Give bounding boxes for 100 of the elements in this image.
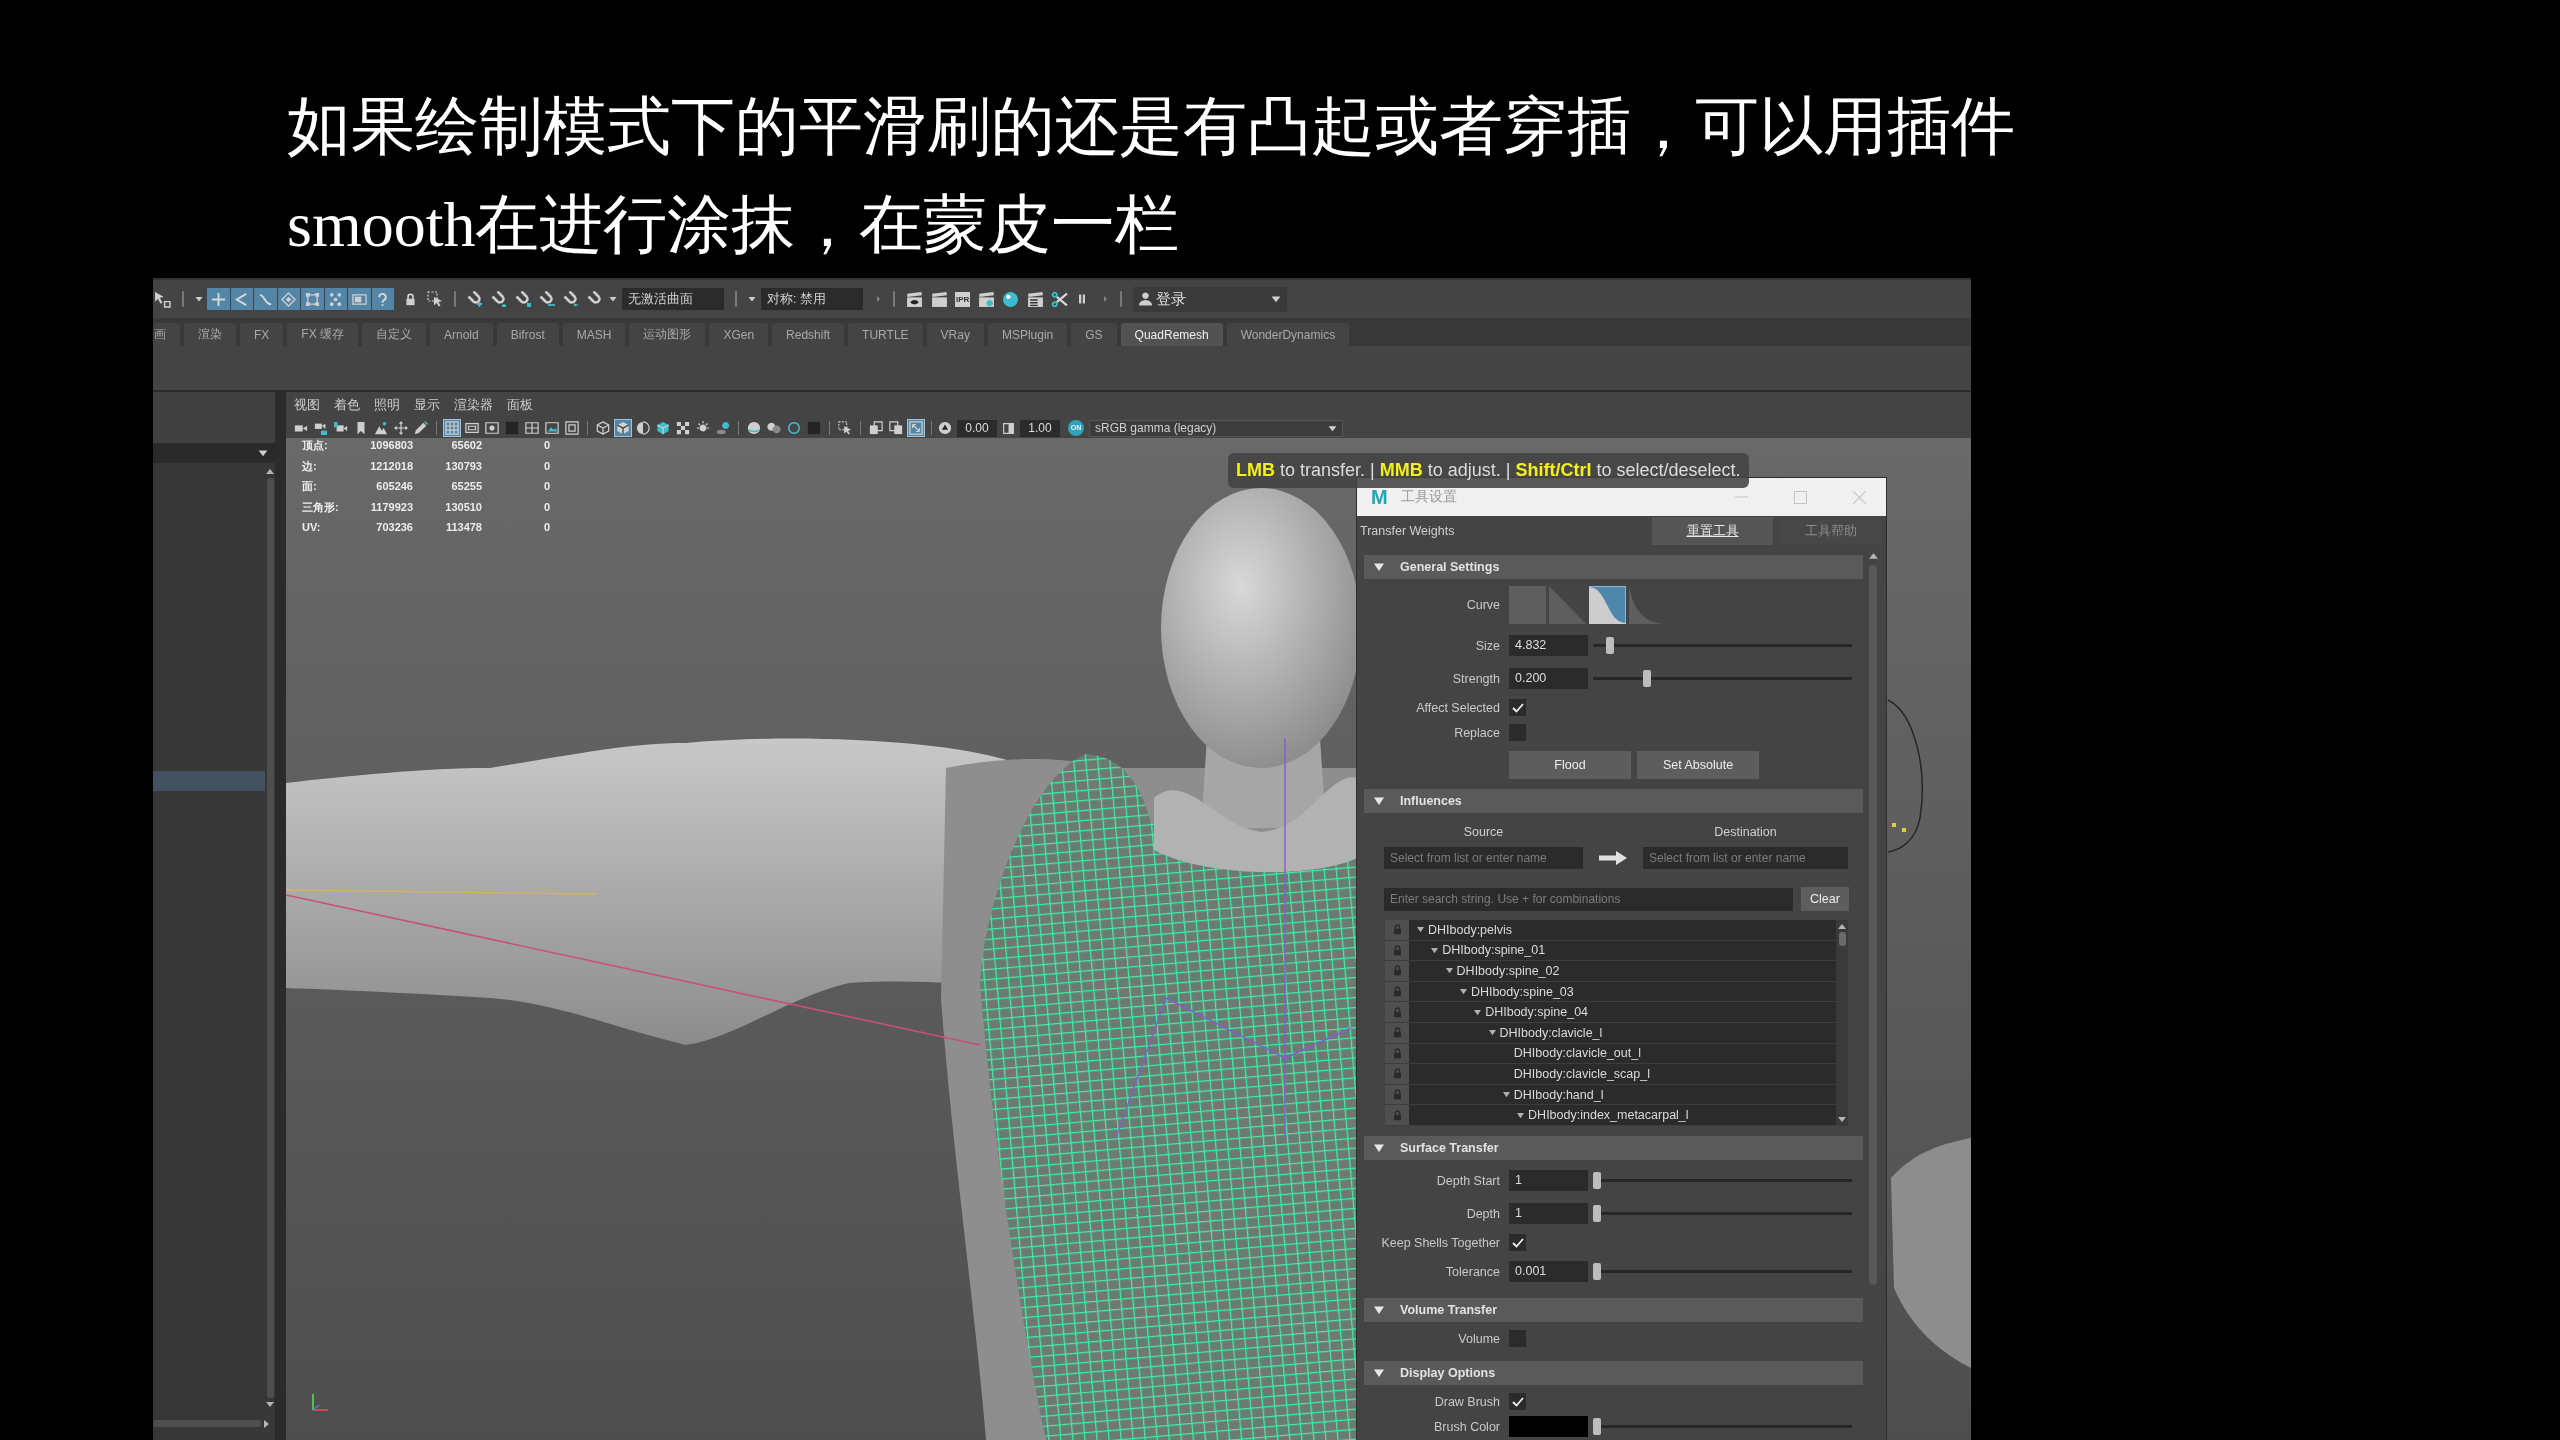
scrollbar-thumb[interactable] bbox=[153, 1420, 261, 1427]
checkbox[interactable] bbox=[1509, 1330, 1526, 1347]
sphere-icon[interactable] bbox=[1002, 290, 1020, 308]
color-swatch[interactable] bbox=[1509, 1416, 1588, 1437]
lock-toggle-button[interactable] bbox=[1385, 981, 1409, 1002]
selection-mask-button[interactable] bbox=[277, 288, 300, 310]
checkbox[interactable] bbox=[1509, 1393, 1526, 1410]
checkbox[interactable] bbox=[1509, 1234, 1526, 1251]
magnet-icon[interactable] bbox=[563, 291, 579, 307]
checkbox[interactable] bbox=[1509, 699, 1526, 716]
symmetry-dropdown[interactable]: 对称: 禁用 bbox=[761, 288, 863, 310]
menu-item[interactable]: 显示 bbox=[414, 396, 440, 414]
number-field[interactable]: 1 bbox=[1509, 1203, 1588, 1224]
clapperboard-gear-icon[interactable] bbox=[977, 290, 995, 308]
slider-thumb[interactable] bbox=[1643, 670, 1652, 687]
triangle-down-icon[interactable] bbox=[1431, 946, 1439, 954]
section-header[interactable]: Surface Transfer bbox=[1364, 1136, 1863, 1160]
scroll-up-arrow-icon[interactable] bbox=[1868, 553, 1878, 559]
lock-toggle-button[interactable] bbox=[1385, 1002, 1409, 1022]
number-field[interactable]: 0.200 bbox=[1509, 668, 1588, 689]
toolbar-button[interactable] bbox=[614, 419, 632, 437]
shelf-tab[interactable]: 渲染 bbox=[184, 323, 236, 346]
clapperboard-eye-icon[interactable] bbox=[906, 290, 923, 308]
toolbar-button[interactable] bbox=[745, 419, 763, 437]
toolbar-button[interactable] bbox=[543, 419, 561, 437]
scrollbar-thumb[interactable] bbox=[266, 478, 274, 1398]
number-field[interactable]: 1 bbox=[1509, 1170, 1588, 1191]
clear-button[interactable]: Clear bbox=[1801, 887, 1849, 911]
menu-item[interactable]: 着色 bbox=[334, 396, 360, 414]
toolbar-button[interactable] bbox=[412, 419, 430, 437]
shelf-tab[interactable]: 自定义 bbox=[362, 323, 426, 346]
magnet-icon[interactable] bbox=[515, 291, 531, 307]
half-filled-square-icon[interactable] bbox=[1002, 421, 1015, 435]
toolbar-button[interactable] bbox=[372, 419, 390, 437]
shelf-tab[interactable]: GS bbox=[1071, 323, 1117, 346]
toolbar-button[interactable] bbox=[887, 419, 905, 437]
triangle-down-icon[interactable] bbox=[1445, 967, 1453, 975]
caret-down-icon[interactable] bbox=[195, 295, 203, 303]
gamma-field[interactable]: 1.00 bbox=[1020, 419, 1060, 437]
toolbar-button[interactable] bbox=[483, 419, 501, 437]
shelf-tab[interactable]: FX 缓存 bbox=[287, 323, 358, 346]
shelf-tab[interactable]: 画 bbox=[153, 323, 180, 346]
lock-toggle-button[interactable] bbox=[1385, 961, 1409, 981]
magnet-icon[interactable] bbox=[587, 291, 603, 307]
scrollbar-thumb[interactable] bbox=[1838, 932, 1846, 946]
caret-down-icon[interactable] bbox=[748, 295, 756, 303]
toolbar-button[interactable] bbox=[634, 419, 652, 437]
toolbar-button[interactable] bbox=[654, 419, 672, 437]
triangle-down-icon[interactable] bbox=[1502, 1091, 1510, 1099]
toolbar-button[interactable] bbox=[392, 419, 410, 437]
scroll-down-arrow-icon[interactable] bbox=[266, 1402, 274, 1407]
section-header[interactable]: Volume Transfer bbox=[1364, 1298, 1863, 1322]
login-dropdown[interactable]: 登录 bbox=[1132, 286, 1287, 312]
menu-item[interactable]: 视图 bbox=[294, 396, 320, 414]
magnet-icon[interactable] bbox=[491, 291, 507, 307]
shelf-tab[interactable]: Bifrost bbox=[496, 323, 559, 346]
triangle-down-icon[interactable] bbox=[1517, 1111, 1525, 1119]
shelf-tab[interactable]: QuadRemesh bbox=[1120, 323, 1223, 346]
toolbar-button[interactable] bbox=[523, 419, 541, 437]
shelf-tab[interactable]: MASH bbox=[562, 323, 626, 346]
select-tool-icon[interactable] bbox=[154, 290, 171, 308]
shelf-tab[interactable]: VRay bbox=[926, 323, 984, 346]
slider-thumb[interactable] bbox=[1593, 1263, 1601, 1280]
triangle-down-icon[interactable] bbox=[1474, 1008, 1482, 1016]
clapperboard-list-icon[interactable] bbox=[1026, 290, 1044, 308]
checkbox[interactable] bbox=[1509, 724, 1526, 741]
triangle-down-icon[interactable] bbox=[1459, 988, 1467, 996]
menu-item[interactable]: 照明 bbox=[374, 396, 400, 414]
scroll-up-arrow-icon[interactable] bbox=[1838, 924, 1846, 929]
scissors-icon[interactable] bbox=[1051, 290, 1069, 308]
shelf-tab[interactable]: 运动图形 bbox=[629, 323, 706, 346]
shelf-tab[interactable]: Arnold bbox=[430, 323, 493, 346]
toolbar-button[interactable] bbox=[674, 419, 692, 437]
lock-toggle-button[interactable] bbox=[1385, 1084, 1409, 1105]
selection-mask-button[interactable] bbox=[324, 288, 347, 310]
shelf-tab[interactable]: WonderDynamics bbox=[1226, 323, 1350, 346]
action-button[interactable]: Set Absolute bbox=[1637, 751, 1759, 779]
shelf-tab[interactable]: Redshift bbox=[772, 323, 845, 346]
slider-thumb[interactable] bbox=[1605, 637, 1614, 654]
scroll-up-arrow-icon[interactable] bbox=[266, 469, 274, 474]
lock-toggle-button[interactable] bbox=[1385, 920, 1409, 940]
toolbar-button[interactable] bbox=[785, 419, 803, 437]
shelf-tab[interactable]: FX bbox=[240, 323, 284, 346]
section-header[interactable]: Display Options bbox=[1364, 1361, 1863, 1385]
ipr-render-button[interactable]: IPR bbox=[955, 291, 971, 307]
header-button[interactable]: 重置工具 bbox=[1652, 517, 1773, 545]
live-surface-field[interactable]: 无激活曲面 bbox=[622, 288, 724, 310]
toolbar-button[interactable] bbox=[714, 419, 732, 437]
lock-toggle-button[interactable] bbox=[1385, 1105, 1409, 1125]
section-header[interactable]: General Settings bbox=[1364, 555, 1863, 579]
toolbar-button[interactable] bbox=[836, 419, 854, 437]
triangle-down-icon[interactable] bbox=[1488, 1029, 1496, 1037]
lock-toggle-button[interactable] bbox=[1385, 1022, 1409, 1043]
exposure-field[interactable]: 0.00 bbox=[957, 419, 997, 437]
shelf-tab[interactable]: MSPlugin bbox=[987, 323, 1068, 346]
slider-thumb[interactable] bbox=[1593, 1418, 1601, 1435]
scroll-right-arrow-icon[interactable] bbox=[264, 1419, 269, 1428]
toolbar-button[interactable] bbox=[563, 419, 581, 437]
number-field[interactable]: 4.832 bbox=[1509, 635, 1588, 656]
menu-item[interactable]: 渲染器 bbox=[454, 396, 493, 414]
